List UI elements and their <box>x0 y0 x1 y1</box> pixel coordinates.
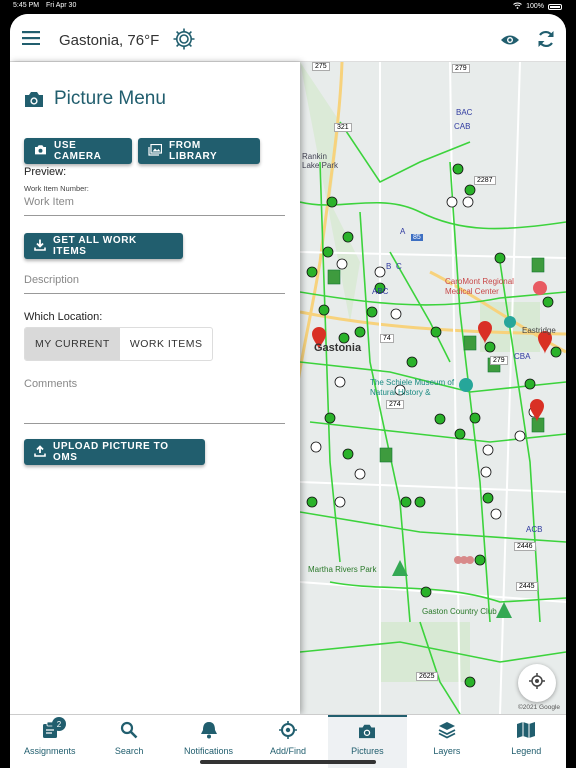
tab-label: Layers <box>433 746 461 756</box>
tab-search[interactable]: Search <box>89 715 168 768</box>
hamburger-menu-icon[interactable] <box>22 31 40 50</box>
map-code-cba: CBA <box>514 352 531 361</box>
gear-icon[interactable] <box>172 27 196 56</box>
road-shield-2446: 2446 <box>514 542 536 551</box>
layers-icon <box>438 721 456 744</box>
my-current-option[interactable]: MY CURRENT <box>25 328 120 360</box>
map-code-abc: ABC <box>372 287 389 296</box>
work-item-number-label: Work Item Number: <box>24 184 89 193</box>
weather-temperature: 76°F <box>127 32 160 49</box>
eye-icon[interactable] <box>500 33 520 51</box>
locate-icon <box>528 672 546 695</box>
road-shield-321: 321 <box>334 123 352 132</box>
app-header: Gastonia, 76°F <box>10 14 566 62</box>
road-shield-274: 274 <box>386 400 404 409</box>
description-input[interactable]: Description <box>24 274 285 294</box>
battery-percent: 100% <box>526 3 544 10</box>
app-window: Gastonia, 76°F Picture Menu USE CAMERA F… <box>10 14 566 768</box>
map-label-rankin: Rankin Lake Park <box>302 152 339 170</box>
tab-label: Add/Find <box>269 746 306 756</box>
road-shield-74: 74 <box>380 334 394 343</box>
tab-label: Legend <box>511 746 542 756</box>
battery-icon <box>548 3 562 10</box>
from-library-label: FROM LIBRARY <box>169 140 218 162</box>
upload-icon <box>34 444 46 460</box>
crosshair-icon <box>278 721 297 744</box>
weather-location: Gastonia, <box>59 32 124 49</box>
comments-input[interactable]: Comments <box>24 378 285 424</box>
road-shield-279b: 279 <box>490 356 508 365</box>
tab-label: Search <box>114 746 144 756</box>
map-code-c: C <box>396 262 402 271</box>
status-right: 100% <box>513 2 562 11</box>
road-shield-85: 85 <box>411 234 423 241</box>
upload-picture-label: UPLOAD PICTURE TO OMS <box>53 441 169 463</box>
get-all-work-items-button[interactable]: GET ALL WORK ITEMS <box>24 233 183 259</box>
my-location-button[interactable] <box>518 664 556 702</box>
search-icon <box>120 721 138 744</box>
map-label-gaston-cc: Gaston Country Club <box>422 607 497 616</box>
location-toggle: MY CURRENT WORK ITEMS <box>24 327 214 361</box>
map-code-bac: BAC <box>456 108 473 117</box>
road-shield-275: 275 <box>312 62 330 71</box>
wifi-icon <box>513 2 522 11</box>
panel-title: Picture Menu <box>54 88 166 109</box>
map-code-b: B <box>386 262 392 271</box>
bell-icon <box>198 721 220 744</box>
tab-label: Assignments <box>23 746 76 756</box>
map-copyright: ©2021 Google <box>518 704 561 711</box>
tab-label: Notifications <box>184 746 234 756</box>
from-library-button[interactable]: FROM LIBRARY <box>138 138 260 164</box>
map-view[interactable]: Rankin Lake Park Gastonia CaroMont Regio… <box>300 62 566 714</box>
work-item-input[interactable]: Work Item <box>24 196 285 216</box>
tab-assignments[interactable]: 2 Assignments <box>10 715 89 768</box>
download-icon <box>34 239 46 254</box>
sync-icon[interactable] <box>536 29 556 54</box>
map-label-caromont: CaroMont Regional Medical Center <box>445 277 514 296</box>
status-date: Fri Apr 30 <box>46 2 77 9</box>
work-items-option[interactable]: WORK ITEMS <box>120 328 213 360</box>
map-code-acb: ACB <box>526 525 543 534</box>
photo-library-icon <box>148 143 163 159</box>
map-label-gastonia: Gastonia <box>314 342 362 354</box>
camera-icon <box>34 144 47 158</box>
status-bar: 5:45 PM Fri Apr 30 100% <box>0 0 576 14</box>
weather-title: Gastonia, 76°F <box>59 32 159 49</box>
home-indicator <box>200 760 376 764</box>
road-shield-279: 279 <box>452 64 470 73</box>
map-code-cab: CAB <box>454 122 471 131</box>
upload-picture-button[interactable]: UPLOAD PICTURE TO OMS <box>24 439 205 465</box>
status-time: 5:45 PM <box>13 2 40 9</box>
assignments-badge: 2 <box>52 717 66 731</box>
which-location-label: Which Location: <box>24 311 103 323</box>
preview-label: Preview: <box>24 166 67 178</box>
map-label-martha-rivers: Martha Rivers Park <box>308 565 377 574</box>
road-shield-2625: 2625 <box>416 672 438 681</box>
get-all-work-items-label: GET ALL WORK ITEMS <box>53 235 137 257</box>
road-shield-2445: 2445 <box>516 582 538 591</box>
panel-title-row: Picture Menu <box>24 88 166 110</box>
map-code-a: A <box>400 227 406 236</box>
legend-icon <box>516 721 536 744</box>
use-camera-label: USE CAMERA <box>54 140 102 162</box>
tab-legend[interactable]: Legend <box>487 715 566 768</box>
road-shield-2287: 2287 <box>474 176 496 185</box>
tab-layers[interactable]: Layers <box>407 715 486 768</box>
tab-label: Pictures <box>351 746 384 756</box>
use-camera-button[interactable]: USE CAMERA <box>24 138 132 164</box>
picture-menu-panel: Picture Menu USE CAMERA FROM LIBRARY Pre… <box>10 62 300 714</box>
map-label-eastridge: Eastridge <box>522 326 556 335</box>
camera-icon <box>24 90 44 108</box>
camera-icon <box>358 723 376 744</box>
map-label-schiele: The Schiele Museum of Natural History & <box>370 378 455 397</box>
